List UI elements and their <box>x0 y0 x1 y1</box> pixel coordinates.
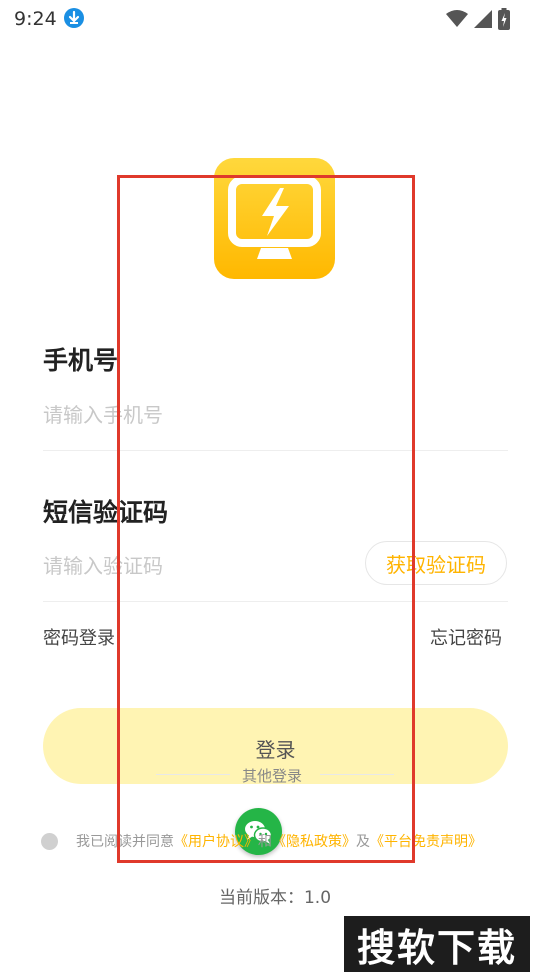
phone-label: 手机号 <box>43 346 119 375</box>
divider <box>43 601 508 602</box>
wifi-icon <box>446 10 468 27</box>
agreement-text: 我已阅读并同意《用户协议》和《隐私政策》及《平台免责声明》 <box>76 831 482 851</box>
status-time: 9:24 <box>14 8 57 30</box>
signal-icon <box>474 10 492 28</box>
battery-icon <box>498 8 510 30</box>
sms-code-label: 短信验证码 <box>43 498 169 527</box>
agreement-checkbox[interactable] <box>41 833 58 850</box>
disclaimer-link[interactable]: 《平台免责声明》 <box>370 834 482 850</box>
divider <box>43 450 508 451</box>
other-login-divider-left <box>156 774 230 775</box>
login-button-label: 登录 <box>255 738 296 762</box>
download-icon <box>64 8 84 28</box>
agreement-and2: 及 <box>356 834 370 850</box>
other-login-divider-right <box>320 774 394 775</box>
version-text: 当前版本：1.0 <box>218 888 332 908</box>
sms-code-input[interactable]: 请输入验证码 <box>43 550 163 579</box>
watermark: 搜软下载 <box>344 916 530 972</box>
forgot-password-link[interactable]: 忘记密码 <box>430 624 502 650</box>
user-agreement-link[interactable]: 《用户协议》 <box>174 834 258 850</box>
agreement-prefix: 我已阅读并同意 <box>76 834 174 850</box>
get-code-button[interactable]: 获取验证码 <box>365 541 507 585</box>
other-login-label: 其他登录 <box>242 767 303 785</box>
password-login-link[interactable]: 密码登录 <box>43 624 115 650</box>
app-logo-icon <box>214 158 335 279</box>
phone-input[interactable]: 请输入手机号 <box>43 399 163 428</box>
status-icons <box>446 8 510 30</box>
privacy-policy-link[interactable]: 《隐私政策》 <box>272 834 356 850</box>
agreement-and: 和 <box>258 834 272 850</box>
